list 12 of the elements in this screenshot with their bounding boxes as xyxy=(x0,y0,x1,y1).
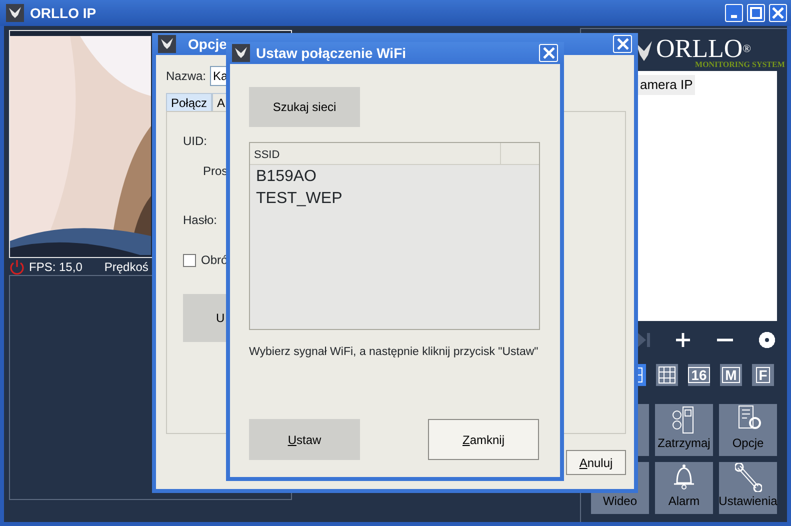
uid-label: UID: xyxy=(183,133,207,150)
logo-text: ORLLO$^{®}$ xyxy=(656,37,752,61)
dialog-title: Opcje xyxy=(188,34,227,54)
hint-text: Wybierz sygnał WiFi, a następnie kliknij przycisk "Ustaw" xyxy=(249,345,538,360)
window-title: ORLLO IP xyxy=(30,4,96,22)
speed-label: Prędkoś xyxy=(104,258,148,276)
fps-label: FPS: 15,0 xyxy=(29,258,82,276)
logo-tagline: MONITORING SYSTEM xyxy=(695,59,785,71)
column-header: SSID xyxy=(250,143,501,164)
password-label: Hasło: xyxy=(183,212,218,229)
name-label: Nazwa: xyxy=(166,68,206,85)
dialog-title: Ustaw połączenie WiFi xyxy=(256,44,406,63)
